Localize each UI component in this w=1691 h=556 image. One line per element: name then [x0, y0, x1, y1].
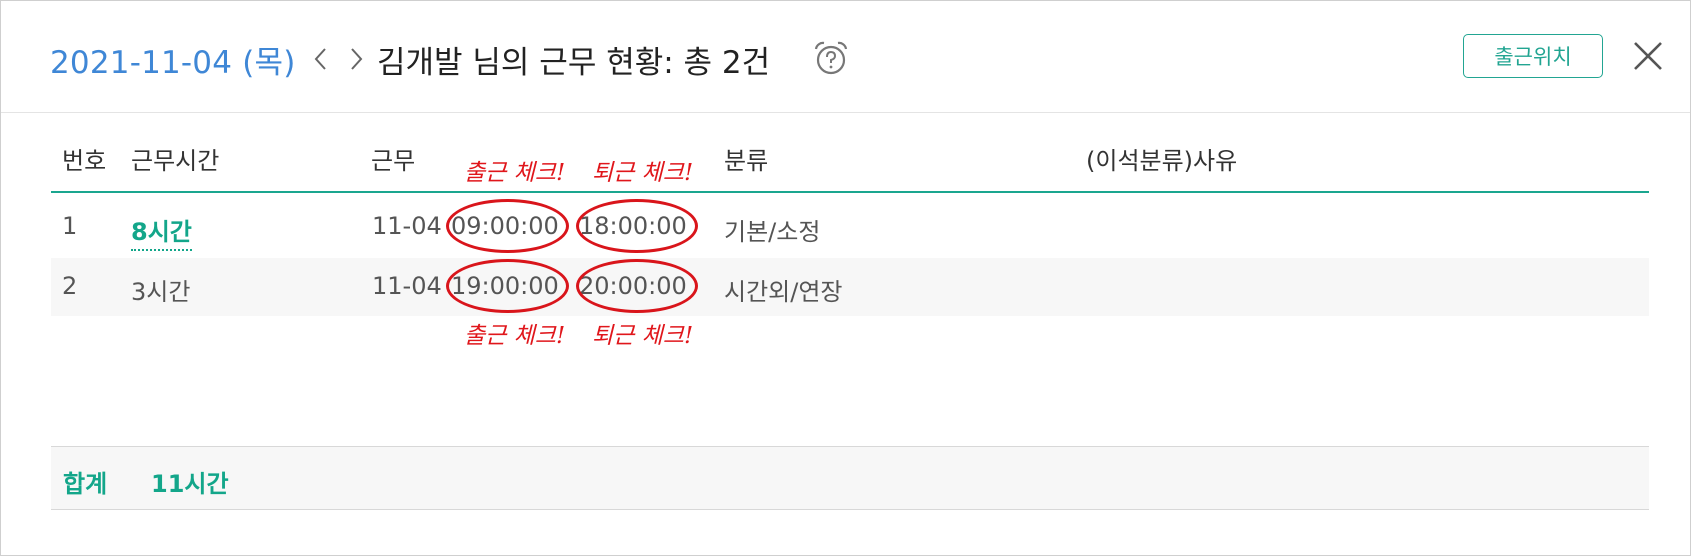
annotation-check-out-bottom: 퇴근 체크!: [592, 323, 694, 349]
highlight-circle: [446, 259, 569, 313]
row-hours-link[interactable]: 8시간: [131, 212, 192, 251]
highlight-circle: [446, 199, 569, 253]
work-status-dialog: 2021-11-04 (목) 김개발 님의 근무 현황: 총 2건 출근위치 번…: [0, 0, 1691, 556]
header-divider: [51, 191, 1649, 193]
column-header-work: 근무: [371, 147, 416, 175]
summary-divider-bottom: [51, 509, 1649, 510]
summary-row: 합계 11시간: [51, 447, 1649, 509]
table-row: 2 3시간 11-04 19:00:00 20:00:00 시간외/연장: [51, 258, 1649, 316]
annotation-check-in-bottom: 출근 체크!: [464, 323, 566, 349]
highlight-circle: [576, 199, 698, 253]
chevron-left-icon: [314, 48, 326, 70]
dialog-title: 김개발 님의 근무 현황: 총 2건: [377, 45, 771, 81]
alarm-button[interactable]: [811, 39, 851, 81]
column-header-reason: (이석분류)사유: [1086, 147, 1238, 175]
column-header-hours: 근무시간: [131, 147, 220, 175]
row-date: 11-04: [372, 272, 442, 300]
check-in-location-button[interactable]: 출근위치: [1463, 34, 1603, 78]
row-number: 1: [62, 212, 78, 240]
close-button[interactable]: [1631, 39, 1665, 77]
highlight-circle: [576, 259, 698, 313]
alarm-clock-icon: [814, 41, 848, 75]
dialog-header: 2021-11-04 (목) 김개발 님의 근무 현황: 총 2건 출근위치: [1, 1, 1690, 113]
date-label[interactable]: 2021-11-04 (목): [50, 37, 296, 82]
summary-label: 합계: [63, 470, 108, 498]
annotation-check-in-top: 출근 체크!: [464, 160, 566, 186]
annotation-check-out-top: 퇴근 체크!: [592, 160, 694, 186]
row-category: 기본/소정: [724, 218, 821, 246]
chevron-right-icon: [351, 48, 363, 70]
prev-day-button[interactable]: [306, 39, 336, 79]
next-day-button[interactable]: [341, 39, 371, 79]
summary-value: 11시간: [151, 470, 229, 498]
row-date: 11-04: [372, 212, 442, 240]
table-row: 1 8시간 11-04 09:00:00 18:00:00 기본/소정: [51, 198, 1649, 256]
row-hours: 3시간: [131, 278, 191, 306]
row-category: 시간외/연장: [724, 278, 843, 306]
row-number: 2: [62, 272, 78, 300]
close-icon: [1634, 42, 1662, 70]
column-header-category: 분류: [724, 147, 769, 175]
column-header-number: 번호: [62, 147, 107, 175]
